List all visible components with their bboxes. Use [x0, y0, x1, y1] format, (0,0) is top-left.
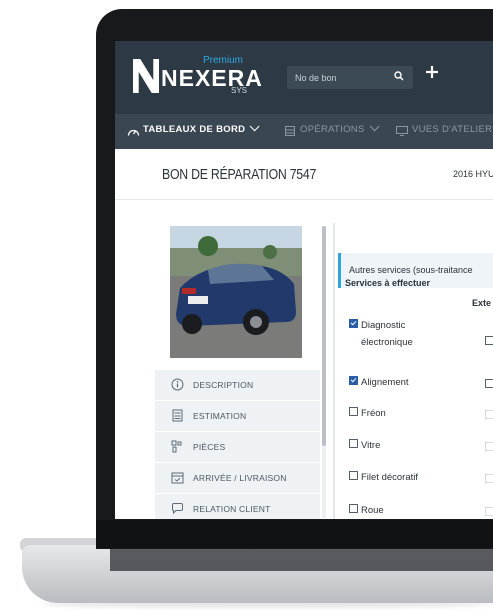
nav-operations-label: Opérations: [300, 124, 365, 135]
external-checkbox[interactable]: [485, 410, 493, 419]
dashboard-gauge-icon: [127, 129, 140, 136]
nav-vues-atelier-label: Vues d'atelier: [412, 124, 493, 135]
logo-sys-tag: SYS: [231, 86, 248, 95]
external-checkbox[interactable]: [485, 507, 493, 516]
calculator-icon: [172, 409, 183, 422]
sidebar-item-estimation[interactable]: Estimation: [155, 401, 320, 432]
monitor-icon: [396, 126, 408, 136]
service-label-line: Diagnostic: [361, 320, 406, 331]
laptop-hinge: [96, 520, 493, 548]
search-box: [287, 66, 413, 89]
external-checkbox[interactable]: [485, 336, 493, 345]
external-checkbox[interactable]: [485, 474, 493, 483]
page-header: BON DE RÉPARATION 7547 2016 HYU: [115, 149, 493, 200]
sidebar-item-arrivee-livraison[interactable]: Arrivée / Livraison: [155, 463, 320, 494]
vehicle-label: 2016 HYU: [453, 169, 493, 179]
sidebar-item-description[interactable]: Description: [155, 370, 320, 401]
chevron-down-icon: [369, 121, 380, 132]
screen: Premium NEXERA SYS Tableaux de bord Opér: [115, 41, 493, 519]
service-checkbox[interactable]: [349, 471, 358, 480]
external-checkbox[interactable]: [485, 379, 493, 388]
logo-wordmark: NEXERA: [161, 65, 263, 91]
work-order-sidebar: Description Estimation Pièces Arrivée / …: [155, 370, 320, 519]
chat-icon: [172, 503, 183, 515]
info-icon: [171, 378, 184, 391]
nav-vues-atelier[interactable]: Vues d'atelier: [412, 124, 493, 135]
nav-tableaux-de-bord[interactable]: Tableaux de bord: [143, 121, 260, 135]
sidebar-item-pieces[interactable]: Pièces: [155, 432, 320, 463]
logo-n-mark: [133, 59, 159, 93]
service-label: Fréon: [361, 408, 386, 419]
sidebar-item-label: Description: [193, 380, 254, 390]
work-order-search-input[interactable]: [295, 70, 381, 85]
services-column-header: Services à effectuer: [345, 278, 431, 288]
sidebar-scrollbar[interactable]: [322, 226, 326, 518]
page-title: BON DE RÉPARATION 7547: [162, 166, 317, 183]
service-checkbox[interactable]: [349, 439, 358, 448]
tab-autres-services-label: Autres services (sous-traitance: [349, 265, 473, 275]
external-column-header: Exte: [472, 298, 492, 308]
service-label: Roue: [361, 505, 384, 516]
sidebar-scrollbar-thumb[interactable]: [322, 226, 326, 446]
service-label: Filet décoratif: [361, 472, 419, 483]
chevron-down-icon: [249, 121, 260, 132]
vehicle-photo[interactable]: [170, 226, 302, 358]
nav-operations[interactable]: Opérations: [300, 121, 380, 135]
top-header: Premium NEXERA SYS: [115, 41, 493, 114]
service-label: Alignement: [361, 377, 409, 388]
service-checkbox[interactable]: [349, 504, 358, 513]
service-label: Diagnostic électronique: [361, 317, 413, 351]
sidebar-item-label: Estimation: [193, 411, 247, 421]
service-label: Vitre: [361, 440, 381, 451]
calendar-check-icon: [171, 472, 184, 484]
service-checkbox[interactable]: [349, 407, 358, 416]
sidebar-item-label: Arrivée / Livraison: [193, 473, 287, 483]
service-label-line: électronique: [361, 337, 413, 348]
sidebar-item-relation-client[interactable]: Relation client: [155, 494, 320, 519]
external-checkbox[interactable]: [485, 442, 493, 451]
laptop-keyboard: [110, 549, 493, 571]
service-checkbox[interactable]: [349, 376, 358, 385]
panel-divider: [333, 223, 335, 519]
main-nav: Tableaux de bord Opérations Vues d'ateli…: [115, 114, 493, 149]
add-icon[interactable]: [425, 65, 439, 79]
sidebar-item-label: Relation client: [193, 504, 271, 514]
sidebar-item-label: Pièces: [193, 442, 226, 452]
nav-tableaux-de-bord-label: Tableaux de bord: [143, 124, 246, 135]
parts-icon: [171, 440, 182, 453]
nexera-logo[interactable]: Premium NEXERA SYS: [133, 55, 262, 99]
search-icon[interactable]: [394, 71, 404, 81]
service-checkbox[interactable]: [349, 319, 358, 328]
operations-grid-icon: [285, 126, 295, 136]
